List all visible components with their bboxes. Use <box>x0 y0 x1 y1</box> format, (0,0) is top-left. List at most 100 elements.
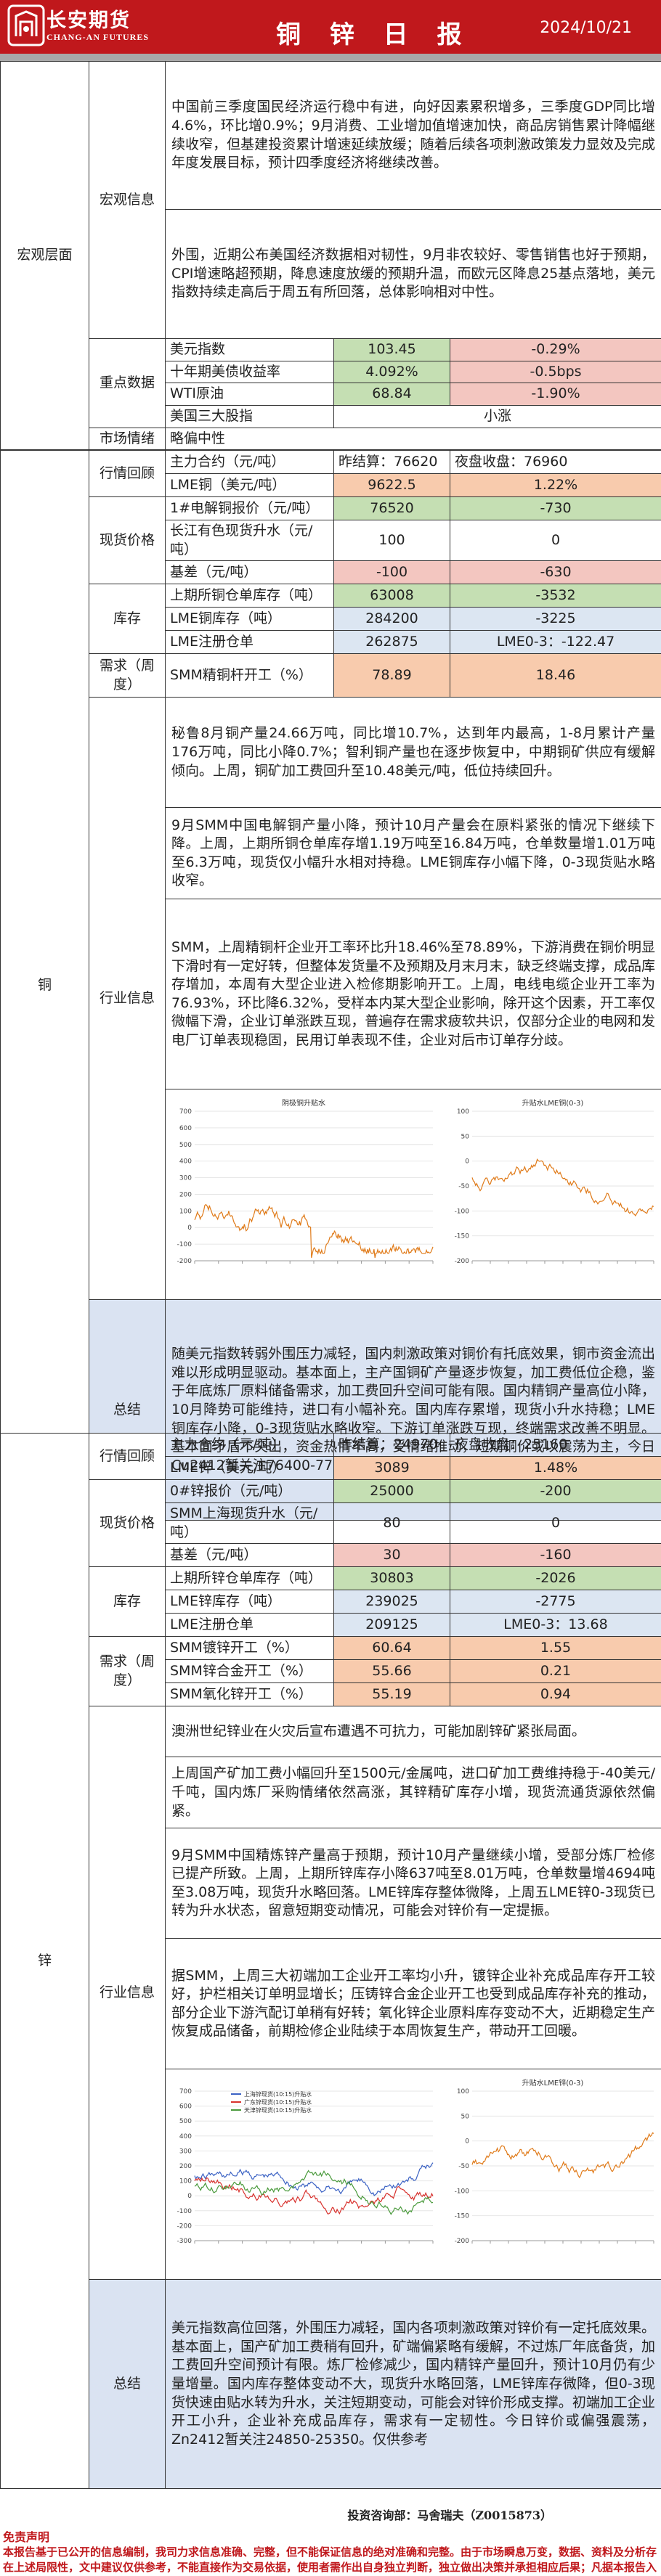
y-tick-label: -200 <box>177 2223 192 2231</box>
macro-info-overseas: 外围，近期公布美国经济数据相对韧性，9月非农较好、零售销售也好于预期，CPI增速… <box>164 209 661 339</box>
chart-title: 升贴水LME锌(0-3) <box>522 2078 584 2088</box>
zinc-stock-label: 库存 <box>89 1566 166 1637</box>
copper-spot-change: 0 <box>450 519 661 562</box>
series-line <box>471 2132 654 2179</box>
zinc-demand-name: SMM锌合金开工（%） <box>165 1659 334 1684</box>
zinc-demand-value: 55.19 <box>333 1682 450 1707</box>
zinc-demand-change: 0.94 <box>450 1682 661 1707</box>
zinc-stock-name: LME锌库存（吨） <box>165 1590 334 1614</box>
zinc-lme-change: 1.48% <box>450 1456 661 1480</box>
zinc-night-close: 夜盘收盘：25160 <box>450 1433 661 1457</box>
copper-table: 铜 行情回顾 主力合约（元/吨） 昨结算：76620 夜盘收盘：76960 LM… <box>0 449 661 1521</box>
report-page: 长安期货 CHANG-AN FUTURES 铜 锌 日 报 2024/10/21… <box>0 0 661 2576</box>
disclaimer-text: 本报告基于已公开的信息编制，我司力求信息准确、完整，但不能保证信息的绝对准确和完… <box>3 2546 657 2576</box>
report-header: 长安期货 CHANG-AN FUTURES 铜 锌 日 报 2024/10/21 <box>0 0 661 54</box>
zinc-spot-name: SMM上海现货升水（元/吨） <box>165 1502 334 1545</box>
y-tick-label: -150 <box>455 1233 470 1240</box>
copper-demand-label: 需求（周度） <box>89 653 166 698</box>
zinc-lme-price: 3089 <box>333 1456 450 1480</box>
zinc-stock-value: 209125 <box>333 1613 450 1637</box>
copper-spot-name: 基差（元/吨） <box>165 560 334 585</box>
copper-industry-para: 9月SMM中国电解铜产量小降，预计10月产量会在原料紧张的情况下继续下降。上周，… <box>165 807 661 900</box>
copper-review-label: 行情回顾 <box>89 450 166 497</box>
copper-spot-name: 长江有色现货升水（元/吨） <box>165 519 334 562</box>
y-tick-label: 700 <box>179 2088 192 2095</box>
y-tick-label: -200 <box>455 1258 470 1265</box>
zinc-summary-label: 总结 <box>89 2279 166 2490</box>
copper-lme-price: 9622.5 <box>333 473 450 497</box>
y-tick-label: 600 <box>179 1125 192 1132</box>
copper-stock-label: 库存 <box>89 584 166 655</box>
zinc-industry-label: 行业信息 <box>89 1706 166 2281</box>
report-footer: 投资咨询部：马舍瑞夫（Z0015873） 免责声明 本报告基于已公开的信息编制，… <box>0 2506 661 2576</box>
zinc-charts: 700 600 500 400 300 200 100 0 -100 -200 -300 上海锌现货(… <box>165 2069 661 2281</box>
copper-spot-value: 100 <box>333 519 450 562</box>
series-line <box>194 1204 434 1259</box>
zinc-spot-value: 80 <box>333 1502 450 1545</box>
copper-stock-change: -3225 <box>450 607 661 631</box>
copper-lme-change: 1.22% <box>450 473 661 497</box>
key-data-name: WTI原油 <box>165 383 334 406</box>
y-tick-label: 100 <box>179 1209 192 1216</box>
zinc-spot-value: 25000 <box>333 1479 450 1503</box>
report-date: 2024/10/21 <box>540 19 632 37</box>
y-tick-label: -50 <box>458 1183 469 1190</box>
copper-demand-change: 18.46 <box>450 653 661 698</box>
series-line <box>471 1158 654 1217</box>
y-tick-label: -300 <box>177 2238 192 2245</box>
zinc-prev-settle: 昨结算：24970 <box>333 1433 450 1457</box>
y-tick-label: -100 <box>455 1209 470 1216</box>
macro-info-domestic: 中国前三季度国民经济运行稳中有进，向好因素累积增多，三季度GDP同比增4.6%，… <box>164 61 661 210</box>
copper-industry-para: SMM，上周精铜杆企业开工率环比升18.46%至78.89%，下游消费在铜价明显… <box>165 899 661 1090</box>
key-data-change: -0.29% <box>449 338 661 361</box>
y-tick-label: 50 <box>461 2114 470 2121</box>
y-tick-label: 300 <box>179 1175 192 1182</box>
key-data-name: 十年期美债收益率 <box>165 360 334 384</box>
copper-stock-name: LME注册仓单 <box>165 630 334 655</box>
macro-table: 宏观层面 宏观信息 中国前三季度国民经济运行稳中有进，向好因素累积增多，三季度G… <box>0 60 661 451</box>
report-title: 铜 锌 日 报 <box>276 20 472 49</box>
zinc-demand-value: 60.64 <box>333 1636 450 1661</box>
zinc-industry-para: 9月SMM中国精炼锌产量高于预期，预计10月产量继续小增，受部分炼厂检修已提产所… <box>165 1828 661 1939</box>
company-logo-icon <box>7 4 45 46</box>
y-tick-label: 600 <box>179 2103 192 2111</box>
company-name-cn: 长安期货 <box>46 9 131 32</box>
zinc-demand-value: 55.66 <box>333 1659 450 1684</box>
zinc-spot-label: 现货价格 <box>89 1479 166 1568</box>
copper-lme-name: LME铜（美元/吨） <box>165 473 334 497</box>
copper-spot-label: 现货价格 <box>89 496 166 585</box>
zinc-stock-value: 30803 <box>333 1566 450 1591</box>
y-tick-label: 100 <box>179 2178 192 2185</box>
zinc-spot-change: 0 <box>450 1502 661 1545</box>
copper-stock-change: -3532 <box>450 584 661 608</box>
macro-section-label: 宏观层面 <box>0 60 89 451</box>
copper-charts: 阴极铜升贴水 700 600 500 400 300 200 100 0 -100 -200 升贴水… <box>165 1089 661 1301</box>
y-tick-label: -200 <box>177 1258 192 1265</box>
y-tick-label: -50 <box>458 2163 469 2170</box>
key-data-name: 美元指数 <box>165 338 334 361</box>
y-tick-label: 50 <box>461 1134 470 1141</box>
zinc-review-label: 行情回顾 <box>89 1433 166 1480</box>
y-tick-label: 100 <box>457 2088 469 2095</box>
y-tick-label: 500 <box>179 2118 192 2125</box>
copper-stock-name: LME铜库存（吨） <box>165 607 334 631</box>
copper-spot-value: 76520 <box>333 496 450 520</box>
zinc-contract-label: 主力合约（元/吨） <box>165 1433 334 1457</box>
header-divider <box>0 54 661 61</box>
sentiment-label: 市场情绪 <box>89 427 166 451</box>
copper-night-close: 夜盘收盘：76960 <box>450 450 661 474</box>
zinc-spot-name: 基差（元/吨） <box>165 1543 334 1568</box>
zinc-stock-name: 上期所锌仓单库存（吨） <box>165 1566 334 1591</box>
chart-title: 升贴水LME铜(0-3) <box>522 1098 584 1108</box>
series-line <box>194 2162 434 2197</box>
y-tick-label: 0 <box>465 1158 469 1166</box>
disclaimer-title: 免责声明 <box>3 2530 50 2544</box>
y-tick-label: 400 <box>179 1158 192 1166</box>
key-data-value: 103.45 <box>333 338 450 361</box>
y-tick-label: 200 <box>179 2163 192 2170</box>
y-tick-label: -100 <box>177 2208 192 2215</box>
legend-label: 天津锌现货(10:15)升贴水 <box>244 2106 312 2114</box>
copper-section-label: 铜 <box>0 449 89 1521</box>
zinc-stock-name: LME注册仓单 <box>165 1613 334 1637</box>
key-data-value: 68.84 <box>333 383 450 406</box>
